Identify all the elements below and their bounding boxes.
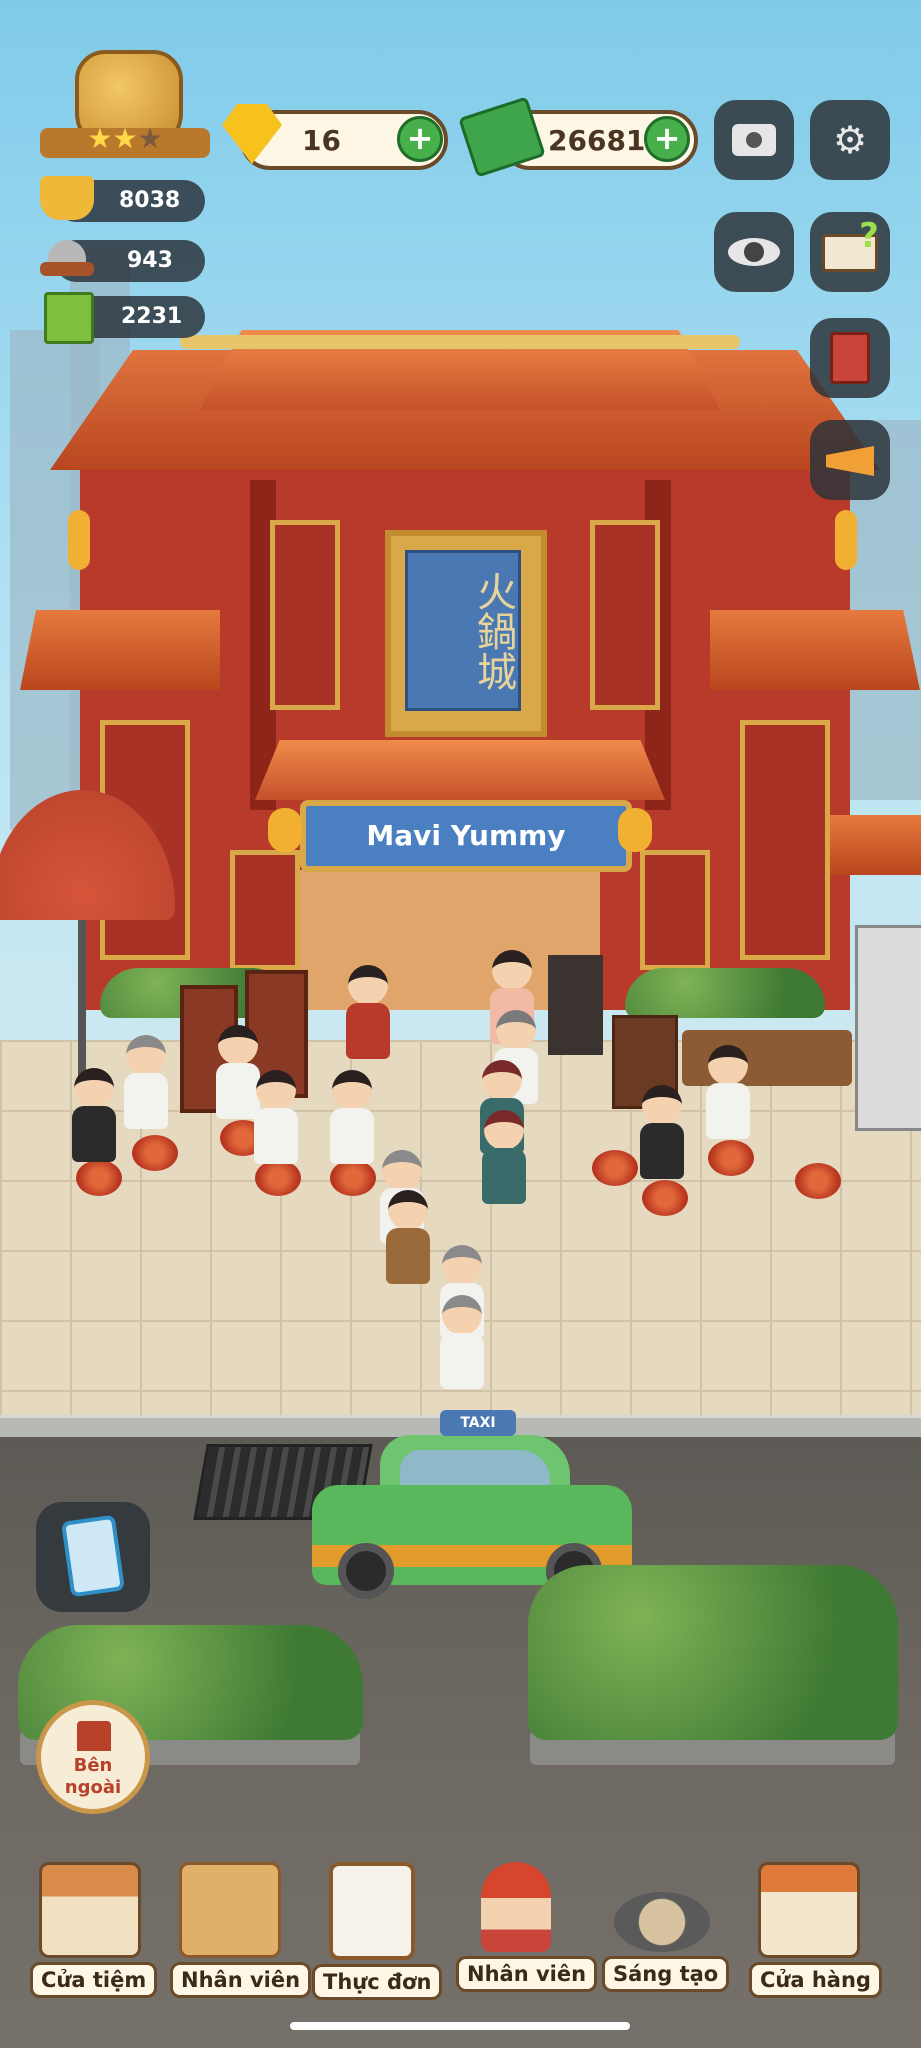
clipboard-icon: [60, 1514, 126, 1598]
nav-label: Cửa tiệm: [30, 1962, 158, 1998]
nav-store[interactable]: Cửa hàng: [749, 1862, 882, 2012]
dragon-panel-left: [270, 520, 340, 710]
arcade-machine[interactable]: [855, 925, 921, 1131]
stool: [795, 1163, 841, 1199]
hotpot-icon: [40, 176, 94, 220]
recipe-value: 2231: [121, 304, 183, 329]
nav-create[interactable]: Sáng tạo: [602, 1862, 730, 2012]
chef-girl-icon: [481, 1862, 551, 1952]
taxi-sign: TAXI: [440, 1410, 516, 1436]
customer[interactable]: [440, 1295, 484, 1389]
nav-staff-boxes[interactable]: Nhân viên: [170, 1862, 312, 2012]
nav-staff[interactable]: Nhân viên: [456, 1862, 598, 2012]
house-icon: [77, 1721, 111, 1751]
cash-value: 26681: [548, 124, 646, 157]
customer[interactable]: [386, 1190, 430, 1284]
lantern: [68, 510, 90, 570]
camera-button[interactable]: [714, 100, 794, 180]
outside-label-line1: Bên: [73, 1755, 113, 1776]
settings-button[interactable]: ⚙: [810, 100, 890, 180]
hostess[interactable]: [346, 965, 390, 1059]
dragon-panel-right: [590, 520, 660, 710]
journal-button[interactable]: [810, 318, 890, 398]
menu-board: [548, 955, 603, 1055]
level-badge[interactable]: ★★★: [40, 50, 210, 160]
cooking-wok-icon: [614, 1892, 710, 1952]
window-panel: [640, 850, 710, 970]
roof-ridge: [180, 335, 740, 349]
home-indicator[interactable]: [290, 2022, 630, 2030]
hotpot-value: 8038: [119, 188, 181, 213]
sign-roof: [255, 740, 665, 800]
boxes-icon: [179, 1862, 281, 1958]
shop-building-icon: [39, 1862, 141, 1958]
stool: [592, 1150, 638, 1186]
red-book-icon: [810, 318, 890, 398]
window-panel: [230, 850, 300, 970]
stool: [255, 1160, 301, 1196]
customer[interactable]: [482, 1110, 526, 1204]
megaphone-icon: [810, 420, 890, 500]
bush: [625, 968, 825, 1018]
side-roof-left: [20, 610, 220, 690]
book-question-icon: ?: [810, 212, 890, 292]
camera-icon: [714, 100, 794, 180]
storefront-icon: [758, 1862, 860, 1958]
diamond-value: 16: [302, 124, 341, 157]
nav-label: Nhân viên: [170, 1962, 312, 1998]
customer[interactable]: [640, 1085, 684, 1179]
umbrella-pole: [78, 900, 86, 1080]
star-rating-icon: ★★★: [87, 122, 163, 155]
hedge: [528, 1565, 898, 1740]
eye-icon: [714, 212, 794, 292]
customer[interactable]: [124, 1035, 168, 1129]
chinese-plaque: 火鍋城: [405, 550, 521, 711]
lantern: [835, 510, 857, 570]
stool: [330, 1160, 376, 1196]
clipboard-checklist-icon: [329, 1862, 415, 1960]
nav-label: Nhân viên: [456, 1956, 598, 1992]
orders-button[interactable]: [36, 1502, 150, 1612]
serving-dish-icon: [40, 236, 94, 280]
restaurant-name-sign[interactable]: Mavi Yummy: [300, 800, 632, 872]
stool: [132, 1135, 178, 1171]
outside-label: Bên ngoài: [41, 1755, 145, 1799]
waitress[interactable]: [254, 1070, 298, 1164]
nav-label: Cửa hàng: [749, 1962, 882, 1998]
add-diamonds-button[interactable]: +: [397, 116, 443, 162]
customer[interactable]: [72, 1068, 116, 1162]
outside-view-button[interactable]: Bên ngoài: [36, 1700, 150, 1814]
announcement-button[interactable]: [810, 420, 890, 500]
nav-menu[interactable]: Thực đơn: [312, 1862, 443, 2012]
view-toggle-button[interactable]: [714, 212, 794, 292]
add-cash-button[interactable]: +: [644, 116, 690, 162]
outside-label-line2: ngoài: [64, 1777, 122, 1798]
side-roof-right: [710, 610, 920, 690]
gear-icon: ⚙: [832, 118, 868, 162]
side-roof-far-right: [815, 815, 921, 875]
recipe-book-icon: [44, 292, 94, 344]
stool: [76, 1160, 122, 1196]
dish-value: 943: [127, 248, 173, 273]
window-panel: [740, 720, 830, 960]
taxi-wheel: [338, 1543, 394, 1599]
lantern: [268, 808, 302, 852]
waitress[interactable]: [330, 1070, 374, 1164]
nav-label: Thực đơn: [312, 1964, 443, 2000]
nav-label: Sáng tạo: [602, 1956, 730, 1992]
nav-shop[interactable]: Cửa tiệm: [30, 1862, 158, 2012]
lantern: [618, 808, 652, 852]
waitress[interactable]: [706, 1045, 750, 1139]
stool: [708, 1140, 754, 1176]
guide-button[interactable]: ?: [810, 212, 890, 292]
stool: [642, 1180, 688, 1216]
